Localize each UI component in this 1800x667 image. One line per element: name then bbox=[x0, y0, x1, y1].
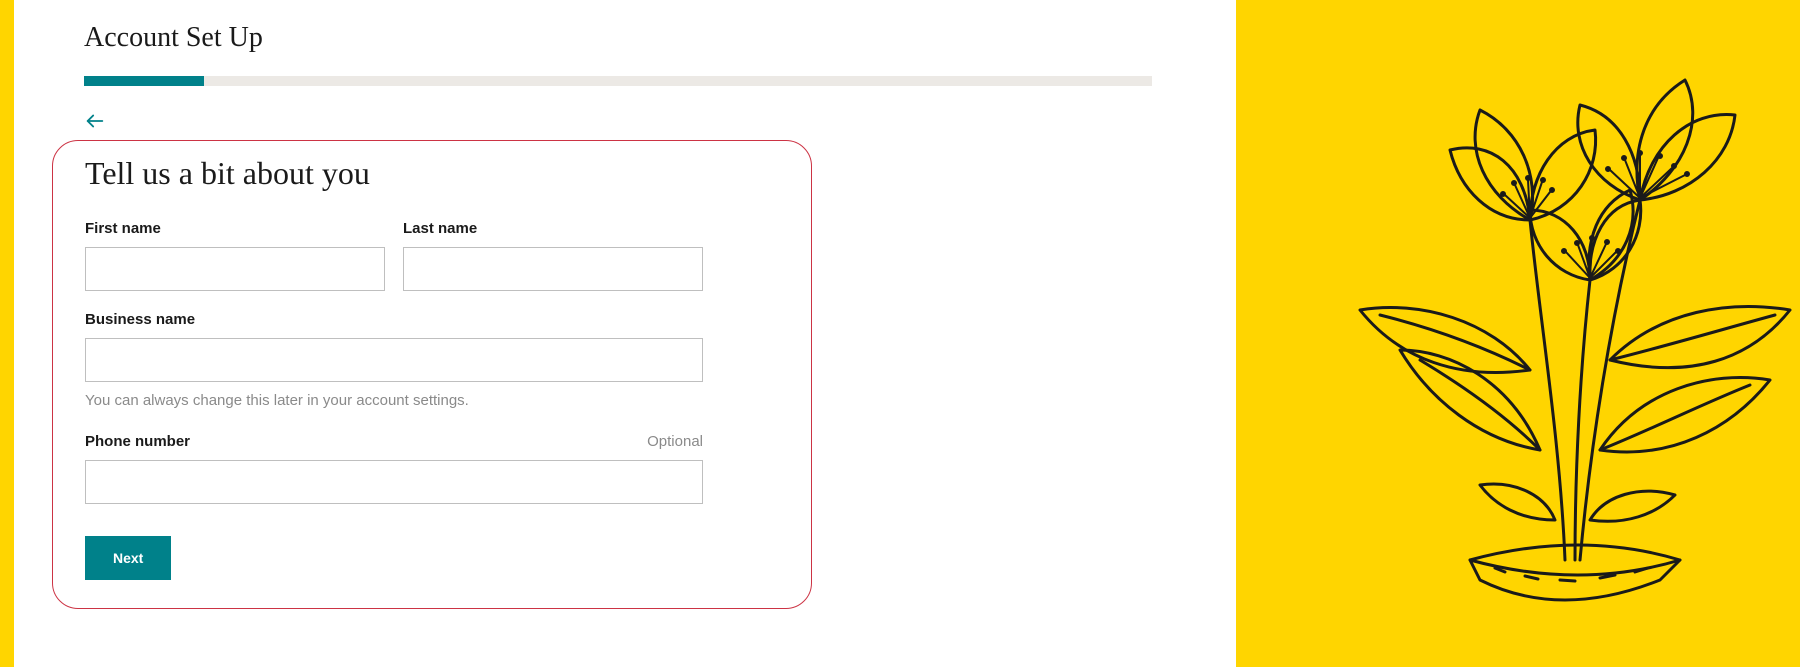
business-name-field: Business name bbox=[85, 311, 703, 382]
first-name-field: First name bbox=[85, 220, 385, 291]
business-name-input[interactable] bbox=[85, 338, 703, 382]
left-accent-stripe bbox=[0, 0, 14, 667]
back-arrow-icon[interactable] bbox=[84, 110, 106, 132]
business-name-label: Business name bbox=[85, 311, 703, 328]
form-highlight-box: Tell us a bit about you First name Last … bbox=[52, 140, 812, 609]
phone-optional-label: Optional bbox=[647, 433, 703, 450]
last-name-label: Last name bbox=[403, 220, 703, 237]
phone-label-row: Phone number Optional bbox=[85, 433, 703, 460]
progress-bar bbox=[84, 76, 1152, 86]
phone-number-label: Phone number bbox=[85, 433, 190, 450]
business-name-helper: You can always change this later in your… bbox=[85, 392, 779, 409]
main-content: Account Set Up Tell us a bit about you F… bbox=[84, 22, 1154, 609]
page-title: Account Set Up bbox=[84, 22, 1154, 54]
progress-fill bbox=[84, 76, 204, 86]
first-name-input[interactable] bbox=[85, 247, 385, 291]
last-name-input[interactable] bbox=[403, 247, 703, 291]
form-heading: Tell us a bit about you bbox=[85, 155, 779, 192]
flower-illustration-icon bbox=[1280, 20, 1800, 640]
phone-number-input[interactable] bbox=[85, 460, 703, 504]
last-name-field: Last name bbox=[403, 220, 703, 291]
first-name-label: First name bbox=[85, 220, 385, 237]
right-illustration-panel bbox=[1236, 0, 1800, 667]
next-button[interactable]: Next bbox=[85, 536, 171, 580]
